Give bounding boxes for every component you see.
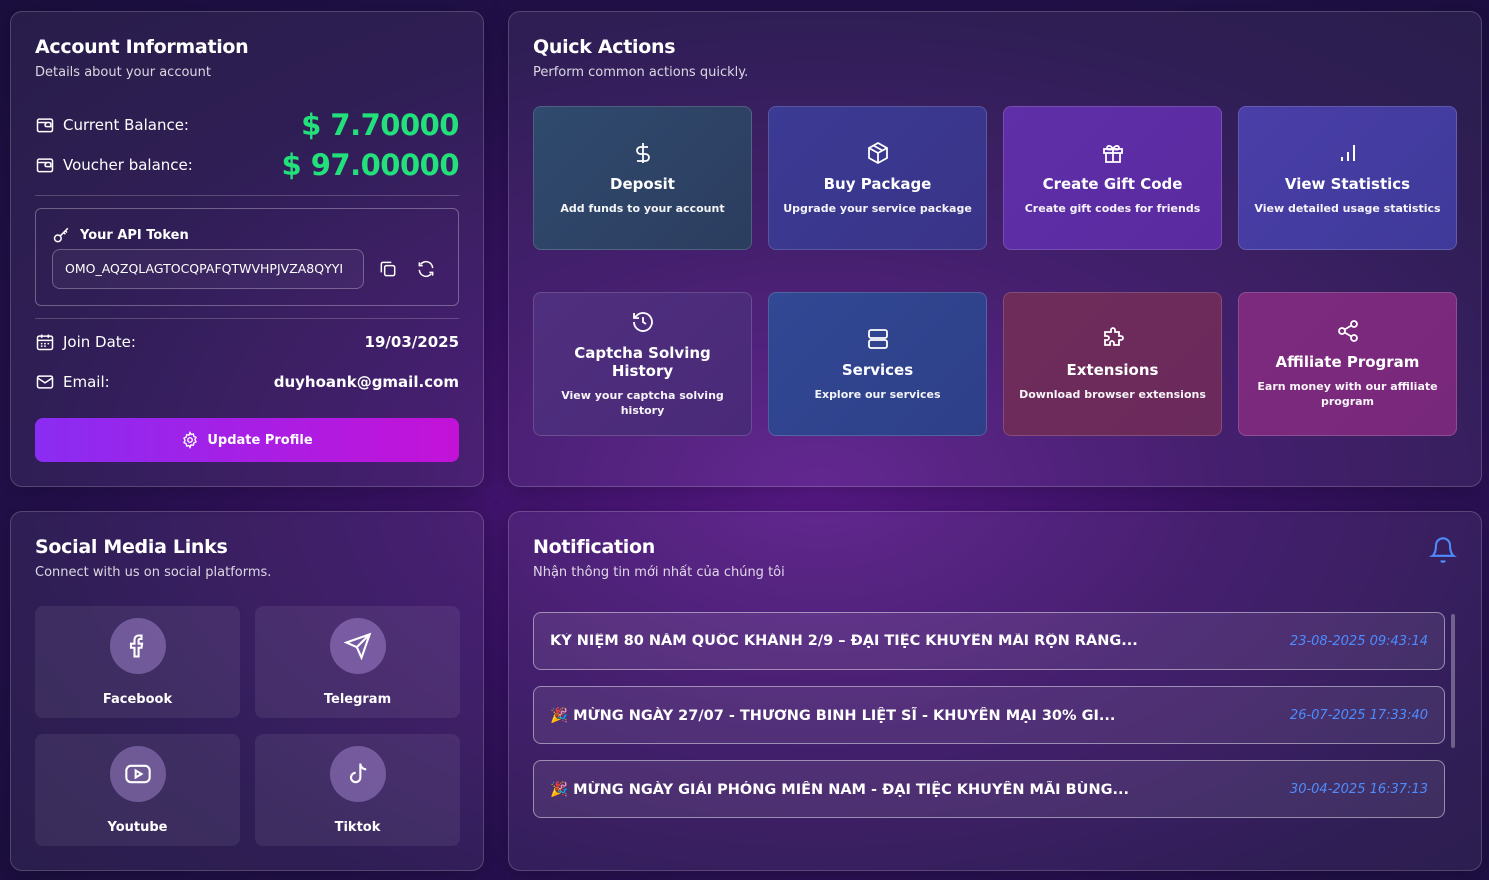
copy-icon [380,261,396,277]
buy-package-desc: Upgrade your service package [783,201,972,215]
services-title: Services [841,360,914,379]
create-gift-code-title: Create Gift Code [1042,174,1183,193]
join-date-value: 19/03/2025 [364,333,459,351]
affiliate-program-desc: Earn money with our affiliate program [1257,380,1438,408]
youtube-label: Youtube [107,820,168,835]
tiktok-label: Tiktok [334,820,381,835]
package-icon [867,141,888,164]
quick-actions-subtitle: Perform common actions quickly. [533,65,749,80]
notification-item[interactable]: 🎉 MỪNG NGÀY GIẢI PHÓNG MIỀN NAM - ĐẠI TI… [533,760,1445,818]
services-card[interactable]: Services Explore our services [768,292,987,436]
buy-package-title: Buy Package [823,174,932,193]
account-subtitle: Details about your account [35,65,211,80]
telegram-link[interactable]: Telegram [255,606,460,718]
dollar-icon [635,142,650,163]
refresh-token-button[interactable] [414,257,438,281]
quick-actions-panel: Quick Actions Perform common actions qui… [508,11,1482,487]
captcha-history-card[interactable]: Captcha Solving History View your captch… [533,292,752,436]
bar-chart-icon [1340,144,1355,161]
extensions-desc: Download browser extensions [1019,387,1206,401]
divider [35,318,459,319]
extensions-title: Extensions [1066,360,1159,379]
api-token-box: Your API Token OMO_AQZQLAGTOCQPAFQTWVHPJ… [35,208,459,306]
gear-icon [183,431,198,449]
mail-icon [36,375,54,389]
update-profile-button[interactable]: Update Profile [35,418,459,462]
notification-time: 26-07-2025 17:33:40 [1289,707,1428,723]
view-statistics-desc: View detailed usage statistics [1254,201,1441,215]
notification-item[interactable]: KỶ NIỆM 80 NĂM QUỐC KHÁNH 2/9 – ĐẠI TIỆC… [533,612,1445,670]
captcha-history-title: Captcha Solving History [574,344,711,380]
wallet-icon [36,118,54,133]
current-balance-label: Current Balance: [63,116,189,134]
join-date-label: Join Date: [63,333,136,351]
captcha-history-desc: View your captcha solving history [561,389,724,417]
tiktok-link[interactable]: Tiktok [255,734,460,846]
view-statistics-card[interactable]: View Statistics View detailed usage stat… [1238,106,1457,250]
api-token-field[interactable]: OMO_AQZQLAGTOCQPAFQTWVHPJVZA8QYYI [52,249,364,289]
email-label: Email: [63,373,110,391]
key-icon [53,227,69,243]
current-balance-value: $ 7.70000 [301,108,459,142]
api-token-value: OMO_AQZQLAGTOCQPAFQTWVHPJVZA8QYYI [65,261,344,276]
calendar-icon [36,334,54,351]
social-subtitle: Connect with us on social platforms. [35,565,272,580]
deposit-card[interactable]: Deposit Add funds to your account [533,106,752,250]
notification-time: 23-08-2025 09:43:14 [1289,633,1428,649]
create-gift-code-desc: Create gift codes for friends [1024,201,1201,215]
update-profile-label: Update Profile [207,432,313,448]
share-icon [1337,320,1358,342]
quick-actions-title: Quick Actions [533,36,676,58]
deposit-title: Deposit [610,174,675,193]
facebook-label: Facebook [102,692,173,707]
notification-time: 30-04-2025 16:37:13 [1289,781,1428,797]
notification-item[interactable]: 🎉 MỪNG NGÀY 27/07 - THƯƠNG BINH LIỆT SĨ … [533,686,1445,744]
voucher-balance-value: $ 97.00000 [281,148,459,182]
telegram-label: Telegram [323,692,392,707]
email-value: duyhoank@gmail.com [273,373,459,391]
notification-text: 🎉 MỪNG NGÀY GIẢI PHÓNG MIỀN NAM - ĐẠI TI… [550,781,1130,798]
wallet-icon [36,158,54,173]
notification-text: KỶ NIỆM 80 NĂM QUỐC KHÁNH 2/9 – ĐẠI TIỆC… [550,633,1138,649]
puzzle-icon [1103,326,1124,346]
create-gift-code-card[interactable]: Create Gift Code Create gift codes for f… [1003,106,1222,250]
tiktok-icon [349,763,366,784]
gift-icon [1102,144,1123,163]
voucher-balance-row: Voucher balance: $ 97.00000 [35,148,459,182]
view-statistics-title: View Statistics [1284,174,1411,193]
bell-icon[interactable] [1429,536,1457,564]
notification-subtitle: Nhận thông tin mới nhất của chúng tôi [533,565,785,580]
buy-package-card[interactable]: Buy Package Upgrade your service package [768,106,987,250]
notification-title: Notification [533,536,655,558]
youtube-icon [124,764,151,784]
telegram-icon [343,632,371,660]
copy-token-button[interactable] [376,257,400,281]
account-information-panel: Account Information Details about your a… [10,11,484,487]
server-icon [867,328,888,349]
social-title: Social Media Links [35,536,228,558]
refresh-icon [418,260,434,278]
notification-text: 🎉 MỪNG NGÀY 27/07 - THƯƠNG BINH LIỆT SĨ … [550,707,1116,724]
divider [35,195,459,196]
voucher-balance-label: Voucher balance: [63,156,193,174]
facebook-icon [129,634,143,658]
current-balance-row: Current Balance: $ 7.70000 [35,108,459,142]
notification-scrollbar[interactable] [1451,614,1455,748]
account-title: Account Information [35,36,249,58]
services-desc: Explore our services [814,387,941,401]
history-icon [632,312,653,332]
youtube-link[interactable]: Youtube [35,734,240,846]
affiliate-program-card[interactable]: Affiliate Program Earn money with our af… [1238,292,1457,436]
join-date-row: Join Date: 19/03/2025 [35,332,459,352]
email-row: Email: duyhoank@gmail.com [35,372,459,392]
facebook-link[interactable]: Facebook [35,606,240,718]
notification-panel: Notification Nhận thông tin mới nhất của… [508,511,1482,871]
affiliate-program-title: Affiliate Program [1275,353,1420,371]
extensions-card[interactable]: Extensions Download browser extensions [1003,292,1222,436]
social-media-panel: Social Media Links Connect with us on so… [10,511,484,871]
deposit-desc: Add funds to your account [560,201,725,215]
api-token-label: Your API Token [80,227,189,243]
